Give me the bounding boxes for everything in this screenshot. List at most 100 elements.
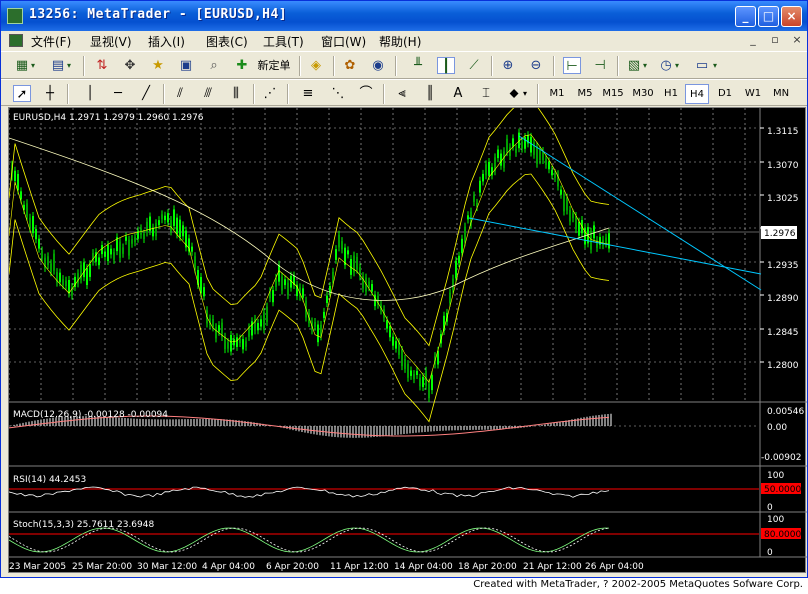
line-studies-toolbar: ➚ ┼ │ ─ ╱ ⫽ ⫻ ⫼ ⋰ ≡ ⋱ ⌒ ⫷ ║ A ⌶ ⬥ ▾ M1 M… [1, 79, 807, 106]
timeframe-w1-button[interactable]: W1 [741, 84, 765, 104]
metatrader-app-icon [7, 8, 23, 24]
gann-fan-icon[interactable]: ⋰ [261, 85, 279, 102]
chart-window-icon[interactable] [9, 34, 23, 47]
maximize-button[interactable]: □ [758, 6, 779, 27]
chart-shift-icon[interactable]: ⊣ [591, 57, 609, 74]
menu-charts[interactable]: 图表(C) [206, 33, 248, 50]
vertical-line-icon[interactable]: │ [81, 85, 99, 102]
separator [617, 56, 619, 76]
navigator-icon[interactable]: ★ [149, 57, 167, 74]
macd-tick-label: 0.00546 [767, 407, 804, 417]
candle-body [158, 220, 160, 226]
timeframe-m30-button[interactable]: M30 [629, 84, 657, 104]
timeframe-m5-button[interactable]: M5 [573, 84, 597, 104]
mdi-close-button[interactable]: × [789, 33, 805, 48]
andrews-pitchfork-icon[interactable]: ⫷ [393, 85, 411, 102]
profiles-dropdown-icon[interactable]: ▾ [65, 57, 73, 74]
menu-window[interactable]: 窗口(W) [321, 33, 366, 50]
minimize-button[interactable]: _ [735, 6, 756, 27]
candle-body [419, 377, 421, 387]
new-chart-dropdown-icon[interactable]: ▾ [29, 57, 37, 74]
date-tick-label: 23 Mar 2005 [9, 562, 66, 572]
templates-dropdown-icon[interactable]: ▾ [711, 57, 719, 74]
macd-tick-label: -0.00902 [761, 453, 801, 463]
horizontal-line-icon[interactable]: ─ [109, 85, 127, 102]
zoom-out-icon[interactable]: ⊖ [527, 57, 545, 74]
crosshair-icon[interactable]: ┼ [41, 85, 59, 102]
mdi-restore-button[interactable]: ▫ [767, 33, 783, 48]
candle-body [257, 323, 259, 331]
cursor-icon[interactable]: ➚ [13, 85, 31, 102]
candle-body [500, 153, 502, 166]
title-bar[interactable]: 13256: MetaTrader - [EURUSD,H4] _ □ × [1, 1, 807, 31]
candle-body [218, 325, 220, 332]
date-tick-label: 18 Apr 20:00 [458, 562, 517, 572]
text-tool-icon[interactable]: A [449, 85, 467, 102]
menu-help[interactable]: 帮助(H) [379, 33, 421, 50]
fibo-arcs-icon[interactable]: ⌒ [357, 85, 375, 102]
stddev-channel-icon[interactable]: ⫻ [199, 85, 217, 102]
chart-window[interactable]: 1.2976 EURUSD,H4 1.2971 1.2979 1.2960 1.… [8, 107, 807, 574]
timeframe-d1-button[interactable]: D1 [713, 84, 737, 104]
equidistant-channel-icon[interactable]: ⫽ [171, 85, 189, 102]
menu-file[interactable]: 文件(F) [31, 33, 71, 50]
candle-body [371, 283, 373, 292]
timeframe-mn-button[interactable]: MN [768, 84, 794, 104]
data-window-icon[interactable]: ✥ [121, 57, 139, 74]
candle-body [578, 221, 580, 236]
menu-bar: 文件(F) 显视(V) 插入(I) 图表(C) 工具(T) 窗口(W) 帮助(H… [1, 31, 807, 51]
zoom-in-icon[interactable]: ⊕ [499, 57, 517, 74]
candle-body [287, 282, 289, 296]
candlestick-chart-icon[interactable]: ┃ [437, 57, 455, 74]
terminal-icon[interactable]: ▣ [177, 57, 195, 74]
indicators-dropdown-icon[interactable]: ▾ [641, 57, 649, 74]
fibo-fan-icon[interactable]: ⋱ [329, 85, 347, 102]
metaeditor-icon[interactable]: ◉ [369, 57, 387, 74]
candle-body [20, 191, 22, 200]
market-watch-icon[interactable]: ⇅ [93, 57, 111, 74]
candle-body [155, 223, 157, 237]
date-tick-label: 4 Apr 04:00 [202, 562, 255, 572]
candle-body [251, 321, 253, 336]
timeframe-m1-button[interactable]: M1 [545, 84, 569, 104]
close-button[interactable]: × [781, 6, 802, 27]
timeframe-m15-button[interactable]: M15 [599, 84, 627, 104]
arrows-dropdown-icon[interactable]: ▾ [521, 85, 529, 102]
options-icon[interactable]: ✿ [341, 57, 359, 74]
regression-channel-icon[interactable]: ⫼ [227, 85, 245, 102]
line-chart-icon[interactable]: ⟋ [465, 57, 483, 74]
menu-insert[interactable]: 插入(I) [148, 33, 185, 50]
price-series [9, 108, 762, 423]
candle-body [422, 376, 424, 388]
strategy-tester-icon[interactable]: ⌕ [205, 57, 223, 74]
cycle-lines-icon[interactable]: ║ [421, 85, 439, 102]
timeframe-h1-button[interactable]: H1 [659, 84, 683, 104]
expert-advisors-icon[interactable]: ◈ [307, 57, 325, 74]
fibo-retracement-icon[interactable]: ≡ [299, 85, 317, 102]
candle-body [533, 142, 535, 155]
timeframe-h4-button[interactable]: H4 [685, 84, 709, 104]
macd-tick-label: 0.00 [767, 423, 787, 433]
trendline-icon[interactable]: ╱ [137, 85, 155, 102]
candle-body [164, 215, 166, 221]
menu-tools[interactable]: 工具(T) [263, 33, 304, 50]
candle-body [38, 238, 40, 249]
candle-body [47, 256, 49, 265]
candle-body [266, 306, 268, 322]
candle-body [32, 215, 34, 234]
stoch-main-line [9, 527, 610, 553]
new-order-button[interactable]: 新定单 [253, 56, 295, 76]
bar-chart-icon[interactable]: ╨ [409, 57, 427, 74]
new-order-icon[interactable]: ✚ [233, 57, 251, 74]
price-chart[interactable]: 1.2976 EURUSD,H4 1.2971 1.2979 1.2960 1.… [9, 108, 807, 574]
auto-scroll-icon[interactable]: ⊢ [563, 57, 581, 74]
periods-dropdown-icon[interactable]: ▾ [673, 57, 681, 74]
menu-view[interactable]: 显视(V) [90, 33, 132, 50]
text-label-icon[interactable]: ⌶ [477, 85, 495, 102]
mdi-minimize-button[interactable]: _ [745, 33, 761, 48]
price-tick-label: 1.3025 [767, 194, 799, 204]
lower-band-line [9, 173, 610, 423]
templates-icon[interactable]: ▭ [693, 57, 711, 74]
candle-body [608, 233, 610, 249]
candle-body [89, 263, 91, 277]
